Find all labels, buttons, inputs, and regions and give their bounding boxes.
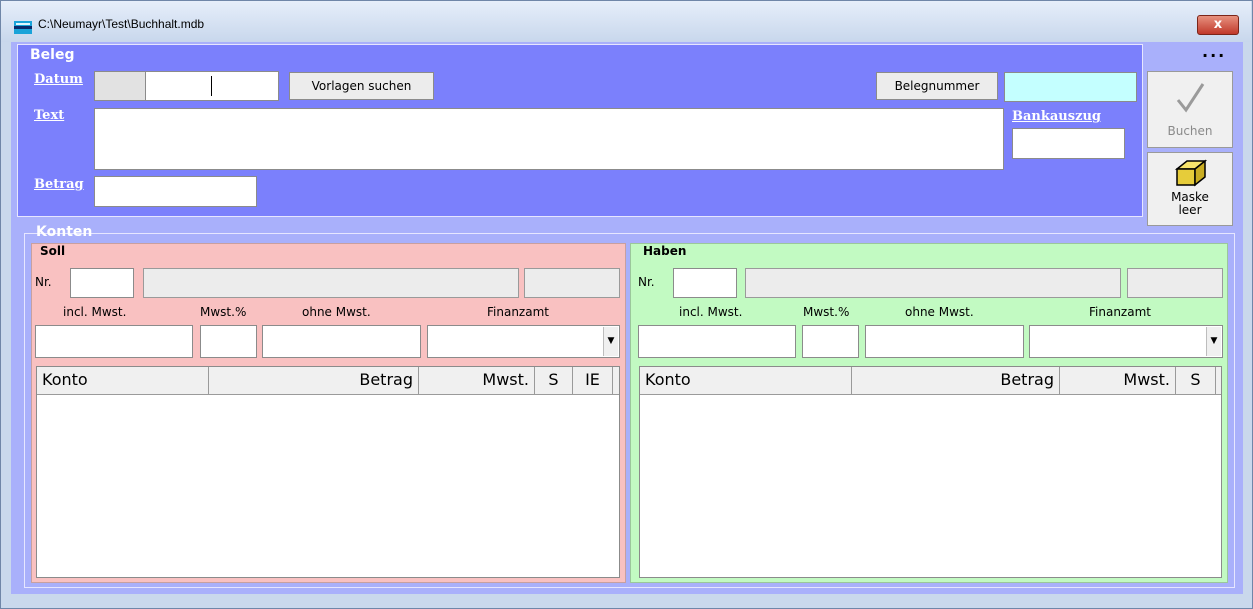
haben-nr-label: Nr. [638, 275, 655, 289]
haben-ohne-field[interactable] [865, 325, 1024, 358]
haben-nr-field[interactable] [673, 268, 737, 298]
soll-konto-name-field [143, 268, 519, 298]
haben-ohne-label: ohne Mwst. [905, 305, 974, 319]
soll-col-mwst[interactable]: Mwst. [419, 367, 535, 394]
clear-tray-icon [1174, 159, 1208, 187]
more-icon[interactable]: ... [1202, 42, 1226, 61]
soll-col-s[interactable]: S [535, 367, 573, 394]
datum-field[interactable] [145, 71, 279, 101]
haben-col-mwst[interactable]: Mwst. [1060, 367, 1176, 394]
vorlagen-suchen-button[interactable]: Vorlagen suchen [289, 72, 434, 100]
belegnummer-button[interactable]: Belegnummer [876, 72, 998, 100]
haben-incl-label: incl. Mwst. [679, 305, 743, 319]
chevron-down-icon[interactable]: ▼ [603, 327, 618, 356]
haben-konto-name-field [745, 268, 1121, 298]
soll-finanzamt-label: Finanzamt [487, 305, 549, 319]
datum-day-field[interactable] [94, 71, 146, 101]
maske-leer-label: Maske leer [1148, 191, 1232, 217]
soll-finanzamt-select[interactable]: ▼ [427, 325, 620, 358]
haben-col-konto[interactable]: Konto [640, 367, 852, 394]
text-field[interactable] [94, 108, 1004, 170]
bankauszug-label: Bankauszug [1012, 109, 1101, 124]
haben-incl-field[interactable] [638, 325, 796, 358]
maske-leer-button[interactable]: Maske leer [1147, 152, 1233, 226]
haben-col-betrag[interactable]: Betrag [852, 367, 1060, 394]
close-icon: x [1213, 17, 1223, 32]
haben-mwst-label: Mwst.% [803, 305, 850, 319]
haben-legend: Haben [643, 244, 687, 258]
checkmark-icon [1176, 83, 1205, 113]
konten-legend: Konten [36, 224, 93, 240]
bankauszug-field[interactable] [1012, 128, 1125, 159]
maske-leer-line1: Maske [1171, 190, 1209, 204]
maske-leer-line2: leer [1178, 203, 1202, 217]
datum-label: Datum [34, 72, 83, 87]
haben-grid-header: Konto Betrag Mwst. S [640, 367, 1221, 395]
soll-col-ie[interactable]: IE [573, 367, 613, 394]
haben-finanzamt-select[interactable]: ▼ [1029, 325, 1223, 358]
beleg-legend: Beleg [30, 47, 75, 63]
soll-nr-label: Nr. [35, 275, 52, 289]
haben-grid[interactable]: Konto Betrag Mwst. S [639, 366, 1222, 578]
soll-grid[interactable]: Konto Betrag Mwst. S IE [36, 366, 620, 578]
betrag-label: Betrag [34, 177, 84, 192]
haben-mwst-field[interactable] [802, 325, 859, 358]
buchen-label: Buchen [1167, 124, 1213, 138]
soll-col-betrag[interactable]: Betrag [209, 367, 419, 394]
text-label: Text [34, 108, 65, 123]
window-title: C:\Neumayr\Test\Buchhalt.mdb [38, 17, 205, 31]
buchen-button[interactable]: Buchen [1147, 71, 1233, 148]
soll-ohne-field[interactable] [262, 325, 421, 358]
soll-col-konto[interactable]: Konto [37, 367, 209, 394]
close-button[interactable]: x [1197, 15, 1239, 35]
soll-grid-header: Konto Betrag Mwst. S IE [37, 367, 619, 395]
haben-col-s[interactable]: S [1176, 367, 1216, 394]
haben-finanzamt-label: Finanzamt [1089, 305, 1151, 319]
haben-konto-extra-field [1127, 268, 1223, 298]
soll-mwst-field[interactable] [200, 325, 257, 358]
soll-incl-field[interactable] [35, 325, 193, 358]
betrag-field[interactable] [94, 176, 257, 207]
app-icon [14, 19, 32, 34]
text-cursor [211, 76, 212, 96]
soll-nr-field[interactable] [70, 268, 134, 298]
chevron-down-icon[interactable]: ▼ [1206, 327, 1221, 356]
soll-konto-extra-field [524, 268, 620, 298]
soll-incl-label: incl. Mwst. [63, 305, 127, 319]
soll-legend: Soll [40, 244, 66, 258]
soll-ohne-label: ohne Mwst. [302, 305, 371, 319]
soll-mwst-label: Mwst.% [200, 305, 247, 319]
belegnummer-field[interactable] [1004, 72, 1137, 102]
